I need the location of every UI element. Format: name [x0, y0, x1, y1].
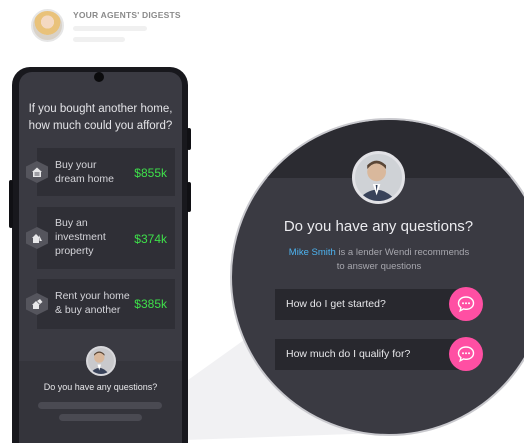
- lender-avatar-small: [86, 346, 116, 376]
- investment-house-icon: [26, 227, 48, 249]
- lender-name-link[interactable]: Mike Smith: [289, 247, 336, 258]
- option-label-line: Buy your: [55, 159, 97, 171]
- lender-avatar: [352, 151, 405, 204]
- option-card-rent-and-buy[interactable]: Rent your home & buy another $385k: [26, 279, 175, 329]
- placeholder-bar: [59, 414, 142, 421]
- rent-house-icon: [26, 293, 48, 315]
- faq-item-qualify[interactable]: How much do I qualify for?: [275, 339, 467, 370]
- recommendation-text: to answer questions: [336, 261, 422, 272]
- option-amount: $855k: [134, 166, 167, 180]
- option-card-dream-home[interactable]: Buy your dream home $855k: [26, 148, 175, 196]
- option-card-investment[interactable]: Buy an investment property $374k: [26, 207, 175, 269]
- house-icon: [26, 161, 48, 183]
- option-label-line: Rent your home: [55, 290, 130, 302]
- faq-item-get-started[interactable]: How do I get started?: [275, 289, 467, 320]
- footer-question: Do you have any questions?: [43, 382, 158, 392]
- chat-button[interactable]: [449, 337, 483, 371]
- chat-bubble-icon: [457, 346, 475, 363]
- phone-side-button: [187, 182, 191, 212]
- placeholder-line: [73, 37, 125, 42]
- option-amount: $385k: [134, 297, 167, 311]
- chat-button[interactable]: [449, 287, 483, 321]
- recommendation-text: is a lender Wendi recommends: [335, 247, 470, 258]
- phone-screen: If you bought another home, how much cou…: [19, 72, 182, 443]
- option-label-line: dream home: [55, 173, 114, 185]
- phone-camera: [94, 72, 104, 82]
- digest-title: YOUR AGENTS' DIGESTS: [73, 10, 181, 20]
- option-label-line: property: [55, 245, 94, 257]
- lender-recommendation: Mike Smith is a lender Wendi recommends …: [265, 246, 493, 274]
- placeholder-line: [73, 26, 147, 31]
- chat-bubble-icon: [457, 296, 475, 313]
- phone-side-button: [187, 128, 191, 150]
- option-amount: $374k: [134, 232, 167, 246]
- agent-avatar: [31, 9, 64, 42]
- option-label-line: investment: [55, 231, 106, 243]
- placeholder-bar: [38, 402, 162, 409]
- phone-side-button: [9, 180, 13, 228]
- option-label-line: & buy another: [55, 304, 121, 316]
- option-label-line: Buy an: [55, 217, 88, 229]
- zoom-question: Do you have any questions?: [283, 218, 474, 235]
- afford-question: If you bought another home, how much cou…: [28, 103, 173, 132]
